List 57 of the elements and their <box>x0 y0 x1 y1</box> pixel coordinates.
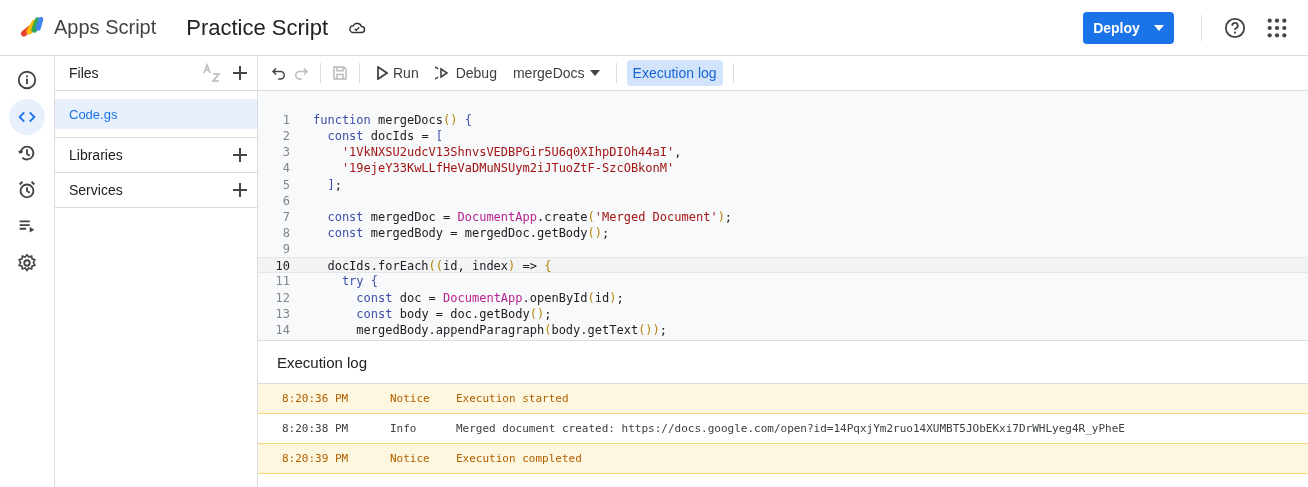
debug-icon <box>434 65 451 81</box>
line-number: 2 <box>281 128 290 145</box>
caret-icon <box>589 70 600 76</box>
line-number: 3 <box>281 144 290 161</box>
file-item[interactable]: Code.gs <box>55 99 257 129</box>
code-line: const mergedDoc = DocumentApp.create('Merged Document'); <box>326 208 733 225</box>
product-name: Apps Script <box>54 16 157 39</box>
execution-log-button[interactable]: Execution log <box>626 60 723 86</box>
code-line: const mergedBody = mergedDoc.getBody(); <box>326 225 610 242</box>
log-time: 8:20:36 PM <box>281 392 350 405</box>
log-level: Info <box>389 422 418 435</box>
code-line: const doc = DocumentApp.openById(id); <box>355 289 624 306</box>
plus-icon[interactable] <box>232 182 248 198</box>
line-number: 11 <box>274 273 290 290</box>
line-number: 13 <box>274 305 290 322</box>
log-level: Notice <box>389 452 431 465</box>
function-dropdown[interactable]: mergeDocs <box>506 60 606 86</box>
line-number: 5 <box>281 176 290 193</box>
line-number: 1 <box>281 112 290 129</box>
code-line: const docIds = [ <box>326 128 444 145</box>
run-button[interactable]: Run <box>370 60 425 86</box>
code-line: try { <box>340 273 379 290</box>
section-heading[interactable]: Libraries <box>69 147 232 163</box>
code-line: '19ejeY33KwLLfHeVaDMuNSUym2iJTuoZtF-SzcOBkonM' <box>340 160 675 177</box>
line-number: 12 <box>274 289 290 306</box>
log-time: 8:20:39 PM <box>281 452 350 465</box>
log-level: Notice <box>389 392 431 405</box>
log-message: Execution started <box>456 392 569 405</box>
deploy-button[interactable]: Deploy <box>1083 11 1174 44</box>
log-time: 8:20:38 PM <box>281 422 350 435</box>
code-brackets-icon[interactable] <box>9 98 45 135</box>
debug-button[interactable]: Debug <box>428 60 503 86</box>
apps-grid-icon[interactable] <box>1266 16 1288 39</box>
line-number: 14 <box>274 321 290 338</box>
plus-icon[interactable] <box>232 147 248 163</box>
files-heading: Files <box>69 65 100 81</box>
line-number: 9 <box>281 241 290 258</box>
code-line: mergedBody.appendParagraph(body.getText()); <box>355 321 668 338</box>
help-icon[interactable] <box>1224 16 1246 39</box>
section-heading[interactable]: Services <box>69 182 232 198</box>
apps-script-logo <box>18 15 46 40</box>
line-number: 4 <box>281 160 290 177</box>
line-number: 10 <box>274 258 290 273</box>
code-line: ]; <box>326 176 342 193</box>
code-line: docIds.forEach((id, index) => { <box>326 258 552 273</box>
code-line: '1VkNXSU2udcV13ShnvsVEDBPGir5U6q0XIhpDIOh44aI', <box>340 144 682 161</box>
line-number: 6 <box>281 192 290 209</box>
code-line: function mergeDocs() { <box>312 112 472 129</box>
play-icon <box>376 66 388 80</box>
line-number: 8 <box>281 225 290 242</box>
caret-icon <box>1153 24 1164 31</box>
code-line: const body = doc.getBody(); <box>355 305 552 322</box>
log-message: Merged document created: https://docs.google.com/open?id=14PqxjYm2ruo14XUMBT5JObEKxi7DrWHLyeg4R_yPheE <box>456 422 1125 435</box>
log-message: Execution completed <box>456 452 582 465</box>
line-number: 7 <box>281 208 290 225</box>
plus-icon[interactable] <box>232 65 248 81</box>
project-title[interactable]: Practice Script <box>186 14 329 41</box>
